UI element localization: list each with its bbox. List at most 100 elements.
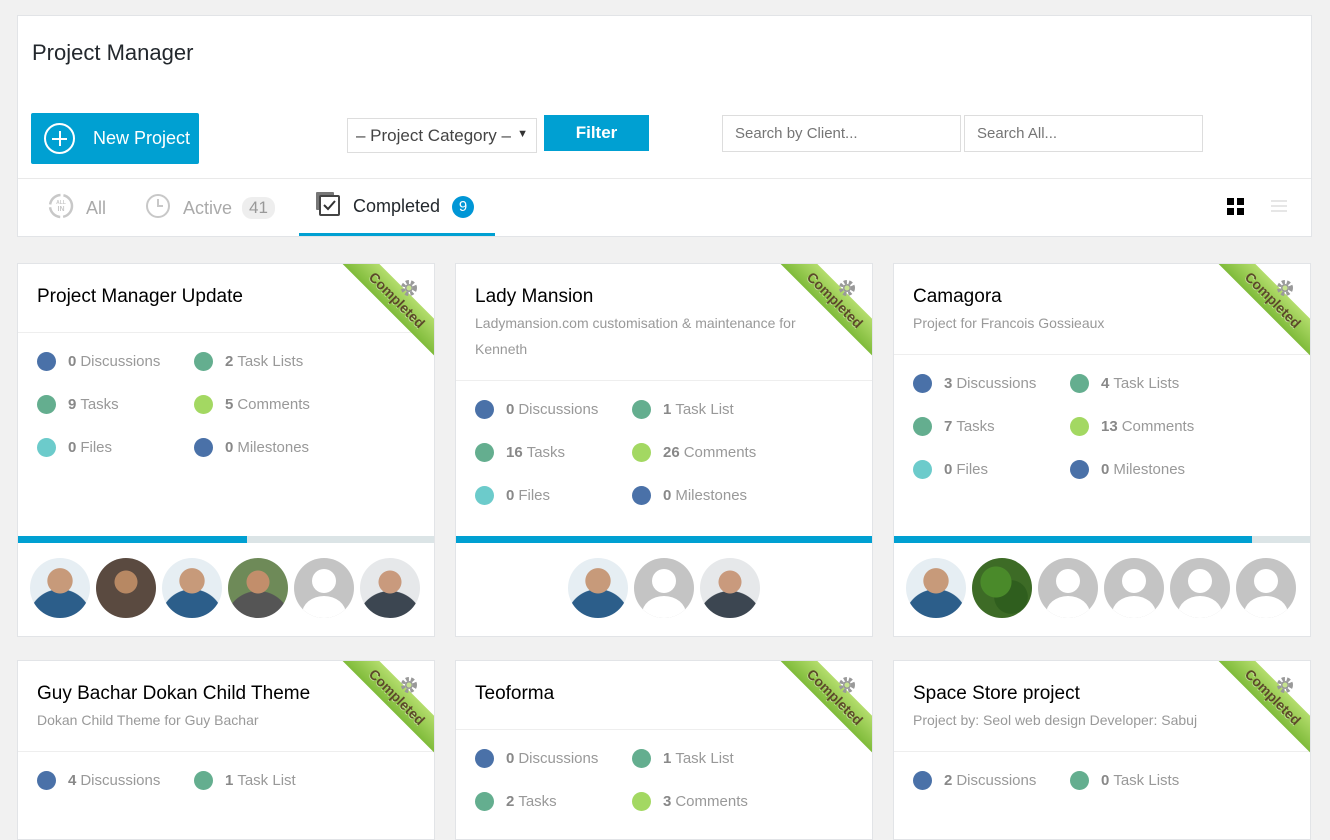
stat-count: 2 — [225, 353, 234, 370]
new-project-button[interactable]: New Project — [31, 113, 199, 164]
avatar-default-icon[interactable] — [1170, 558, 1230, 618]
gear-icon[interactable] — [1275, 675, 1295, 695]
status-ribbon-label: Completed — [1210, 264, 1310, 363]
project-card: Project Manager Update Completed 0 Discus… — [17, 263, 435, 637]
discussions-dot-icon — [913, 771, 932, 790]
milestones-dot-icon — [632, 486, 651, 505]
progress-bar — [18, 536, 434, 543]
avatar[interactable] — [162, 558, 222, 618]
comments-dot-icon — [1070, 417, 1089, 436]
stat-task-lists[interactable]: 1 Task List — [632, 399, 832, 420]
gear-icon[interactable] — [399, 278, 419, 298]
stat-discussions[interactable]: 3 Discussions — [913, 373, 1070, 394]
list-view-icon[interactable] — [1271, 200, 1287, 214]
stat-task-lists[interactable]: 0 Task Lists — [1070, 770, 1270, 791]
avatar[interactable] — [700, 558, 760, 618]
stat-count: 16 — [506, 444, 523, 461]
stat-label: Comments — [1121, 418, 1195, 435]
avatar[interactable] — [972, 558, 1032, 618]
stat-milestones[interactable]: 0 Milestones — [632, 485, 832, 506]
stat-count: 0 — [506, 487, 515, 504]
stat-discussions[interactable]: 0 Discussions — [475, 748, 632, 769]
avatar-default-icon[interactable] — [1104, 558, 1164, 618]
gear-icon[interactable] — [837, 278, 857, 298]
stat-files[interactable]: 0 Files — [913, 459, 1070, 480]
avatar[interactable] — [906, 558, 966, 618]
stat-count: 9 — [68, 396, 77, 413]
stat-comments[interactable]: 13 Comments — [1070, 416, 1270, 437]
stat-label: Comments — [237, 396, 310, 413]
stat-milestones[interactable]: 0 Milestones — [194, 437, 394, 458]
grid-view-icon[interactable] — [1227, 198, 1245, 216]
task-lists-dot-icon — [194, 352, 213, 371]
stat-comments[interactable]: 26 Comments — [632, 442, 832, 463]
stat-discussions[interactable]: 0 Discussions — [37, 351, 194, 372]
stat-label: Milestones — [1113, 461, 1186, 478]
stat-task-lists[interactable]: 4 Task Lists — [1070, 373, 1270, 394]
avatar[interactable] — [228, 558, 288, 618]
stat-files[interactable]: 0 Files — [475, 485, 632, 506]
status-ribbon: Completed — [1210, 264, 1310, 364]
stat-discussions[interactable]: 2 Discussions — [913, 770, 1070, 791]
project-card: Teoforma Completed 0 Discussions 1 Task Li… — [455, 660, 873, 840]
status-ribbon-label: Completed — [334, 264, 434, 363]
stat-comments[interactable]: 3 Comments — [632, 791, 832, 812]
milestones-dot-icon — [1070, 460, 1089, 479]
stat-label: Task Lists — [237, 353, 304, 370]
files-dot-icon — [913, 460, 932, 479]
avatar[interactable] — [30, 558, 90, 618]
avatar[interactable] — [360, 558, 420, 618]
tabs-divider — [18, 178, 1311, 179]
stat-milestones[interactable]: 0 Milestones — [1070, 459, 1270, 480]
stat-tasks[interactable]: 2 Tasks — [475, 791, 632, 812]
gear-icon[interactable] — [1275, 278, 1295, 298]
stat-task-lists[interactable]: 1 Task List — [194, 770, 394, 791]
status-ribbon: Completed — [334, 661, 434, 761]
search-by-client-input[interactable] — [722, 115, 961, 152]
status-ribbon-label: Completed — [1210, 661, 1310, 760]
avatar-default-icon[interactable] — [634, 558, 694, 618]
stat-label: Discussions — [518, 750, 599, 767]
avatar-default-icon[interactable] — [294, 558, 354, 618]
search-all-input[interactable] — [964, 115, 1203, 152]
tab-active[interactable]: Active 41 — [145, 180, 275, 236]
avatar-default-icon[interactable] — [1038, 558, 1098, 618]
filter-button[interactable]: Filter — [544, 115, 649, 151]
stat-tasks[interactable]: 16 Tasks — [475, 442, 632, 463]
stat-label: Milestones — [675, 487, 748, 504]
avatar-default-icon[interactable] — [1236, 558, 1296, 618]
stat-count: 1 — [225, 772, 234, 789]
tab-all[interactable]: ALL IN All — [48, 180, 106, 236]
stat-label: Discussions — [956, 772, 1037, 789]
tab-completed[interactable]: Completed 9 — [299, 180, 495, 236]
stat-label: Task List — [675, 750, 734, 767]
progress-fill — [18, 536, 247, 543]
gear-icon[interactable] — [399, 675, 419, 695]
stat-count: 2 — [506, 793, 515, 810]
task-lists-dot-icon — [632, 400, 651, 419]
stat-count: 0 — [225, 439, 234, 456]
gear-icon[interactable] — [837, 675, 857, 695]
stat-discussions[interactable]: 4 Discussions — [37, 770, 194, 791]
stat-count: 2 — [944, 772, 953, 789]
progress-fill — [894, 536, 1252, 543]
stat-count: 0 — [68, 439, 77, 456]
stat-discussions[interactable]: 0 Discussions — [475, 399, 632, 420]
comments-dot-icon — [632, 443, 651, 462]
tab-completed-label: Completed — [353, 196, 441, 216]
avatar[interactable] — [96, 558, 156, 618]
header-panel: Project Manager New Project – Project Ca… — [17, 15, 1312, 237]
stat-tasks[interactable]: 7 Tasks — [913, 416, 1070, 437]
project-category-select[interactable]: – Project Category – ▼ — [347, 118, 537, 153]
stat-count: 5 — [225, 396, 234, 413]
avatar[interactable] — [568, 558, 628, 618]
project-category-value: – Project Category – — [356, 125, 511, 145]
stat-label: Task List — [675, 401, 734, 418]
tasks-dot-icon — [475, 443, 494, 462]
stat-tasks[interactable]: 9 Tasks — [37, 394, 194, 415]
stat-count: 13 — [1101, 418, 1118, 435]
stat-count: 0 — [1101, 772, 1110, 789]
stat-files[interactable]: 0 Files — [37, 437, 194, 458]
stat-comments[interactable]: 5 Comments — [194, 394, 394, 415]
status-ribbon-label: Completed — [772, 661, 872, 760]
